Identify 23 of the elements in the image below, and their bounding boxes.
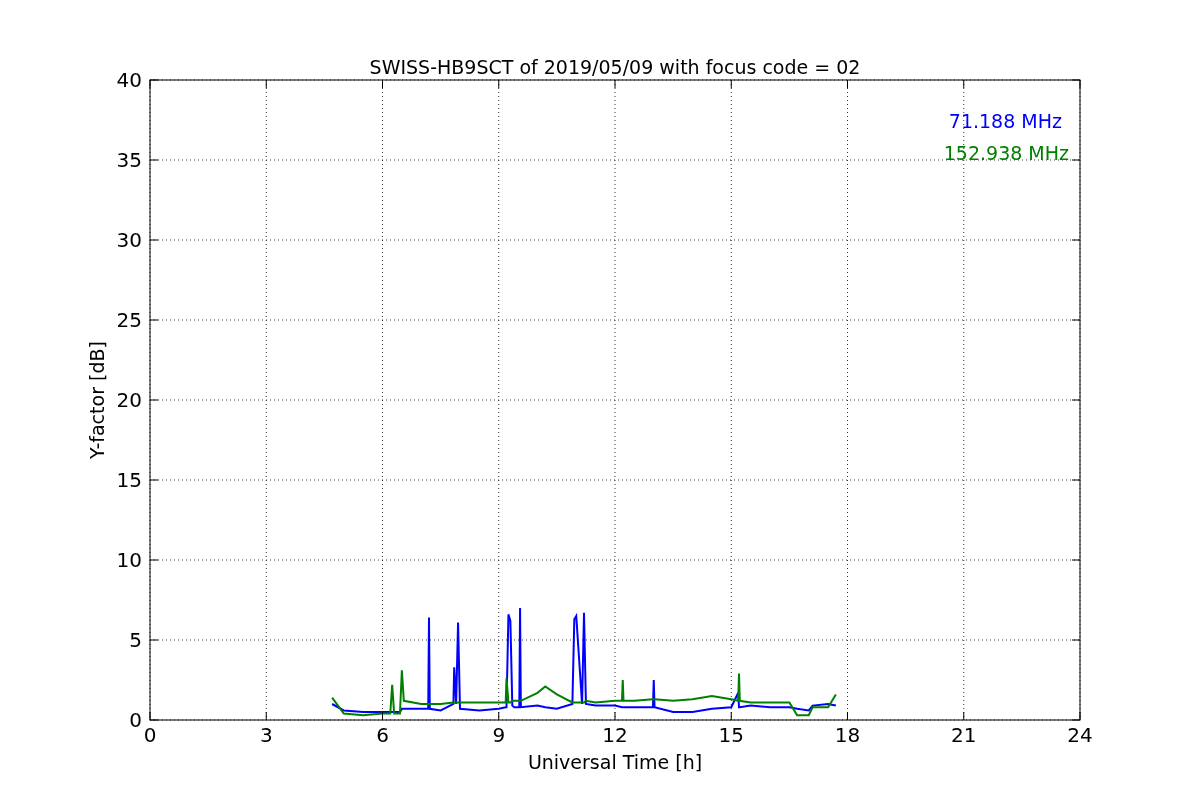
x-tick-label: 15 [718,723,744,747]
y-axis-title: Y-factor [dB] [86,341,108,459]
y-tick-label: 15 [116,468,142,492]
y-tick-label: 20 [116,388,142,412]
y-tick-label: 5 [129,628,142,652]
y-tick-label: 35 [116,148,142,172]
chart-title: SWISS-HB9SCT of 2019/05/09 with focus code = 02 [369,56,861,78]
x-tick-label: 24 [1067,723,1093,747]
x-tick-label: 6 [376,723,389,747]
x-tick-label: 12 [602,723,628,747]
x-tick-label: 21 [951,723,977,747]
x-tick-label: 3 [259,723,273,747]
x-tick-label: 0 [143,723,157,747]
y-tick-label: 30 [116,228,142,252]
y-tick-label: 10 [116,548,142,572]
y-tick-label: 25 [116,308,142,332]
y-tick-label: 0 [129,708,142,732]
x-tick-label: 18 [834,723,861,747]
x-tick-label: 9 [492,723,506,747]
legend-label: 71.188 MHz [948,110,1062,132]
legend-label: 152.938 MHz [943,142,1069,164]
x-axis-title: Universal Time [h] [527,751,703,773]
y-tick-label: 40 [116,68,142,92]
